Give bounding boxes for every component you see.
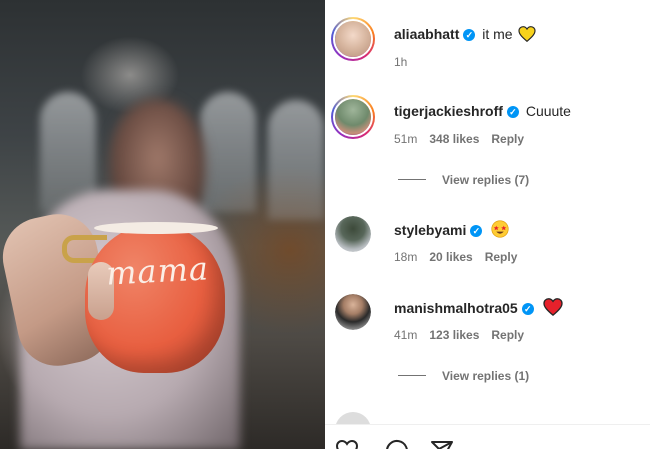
view-replies-button[interactable]: View replies (7)	[398, 173, 529, 187]
comment-username[interactable]: tigerjackieshroff	[394, 103, 503, 119]
comment-text: Cuuute	[521, 103, 571, 119]
comment-username[interactable]: stylebyami	[394, 222, 466, 238]
comment-username[interactable]: aliaabhatt	[394, 26, 459, 42]
action-bar	[325, 424, 650, 449]
red-heart-icon	[542, 298, 563, 320]
avatar[interactable]	[331, 95, 375, 139]
replies-divider	[398, 375, 426, 376]
mug-lettering: mama	[105, 249, 210, 293]
post-photo[interactable]: mama	[0, 0, 325, 449]
heart-icon[interactable]	[335, 439, 359, 449]
avatar[interactable]	[335, 216, 371, 252]
comment-text: it me	[478, 26, 517, 42]
view-replies-button[interactable]: View replies (1)	[398, 369, 529, 383]
comment-time[interactable]: 18m	[394, 250, 417, 264]
reply-button[interactable]: Reply	[485, 250, 518, 264]
comments-panel[interactable]: aliaabhatt ✓ it me 1h tigerjackieshroff ✓ …	[325, 0, 650, 449]
star-struck-icon	[491, 220, 509, 242]
comment-icon[interactable]	[385, 439, 409, 449]
verified-badge-icon: ✓	[463, 29, 476, 41]
comment-likes[interactable]: 20 likes	[429, 250, 472, 264]
avatar[interactable]	[331, 17, 375, 61]
reply-button[interactable]: Reply	[491, 328, 524, 342]
verified-badge-icon: ✓	[470, 225, 483, 237]
replies-divider	[398, 179, 426, 180]
mug-rim	[94, 222, 218, 234]
view-replies-label: View replies (7)	[442, 173, 530, 187]
background-arch	[200, 92, 256, 212]
comment-time[interactable]: 51m	[394, 132, 417, 146]
yellow-heart-icon	[518, 26, 537, 46]
verified-badge-icon: ✓	[506, 106, 519, 118]
comment-likes[interactable]: 348 likes	[429, 132, 479, 146]
comment-username[interactable]: manishmalhotra05	[394, 300, 518, 316]
reply-button[interactable]: Reply	[491, 132, 524, 146]
verified-badge-icon: ✓	[521, 303, 534, 315]
comment-time[interactable]: 1h	[394, 55, 407, 69]
share-icon[interactable]	[430, 439, 454, 449]
background-arch	[268, 100, 324, 220]
avatar[interactable]	[335, 294, 371, 330]
comment-likes[interactable]: 123 likes	[429, 328, 479, 342]
comment-time[interactable]: 41m	[394, 328, 417, 342]
view-replies-label: View replies (1)	[442, 369, 530, 383]
